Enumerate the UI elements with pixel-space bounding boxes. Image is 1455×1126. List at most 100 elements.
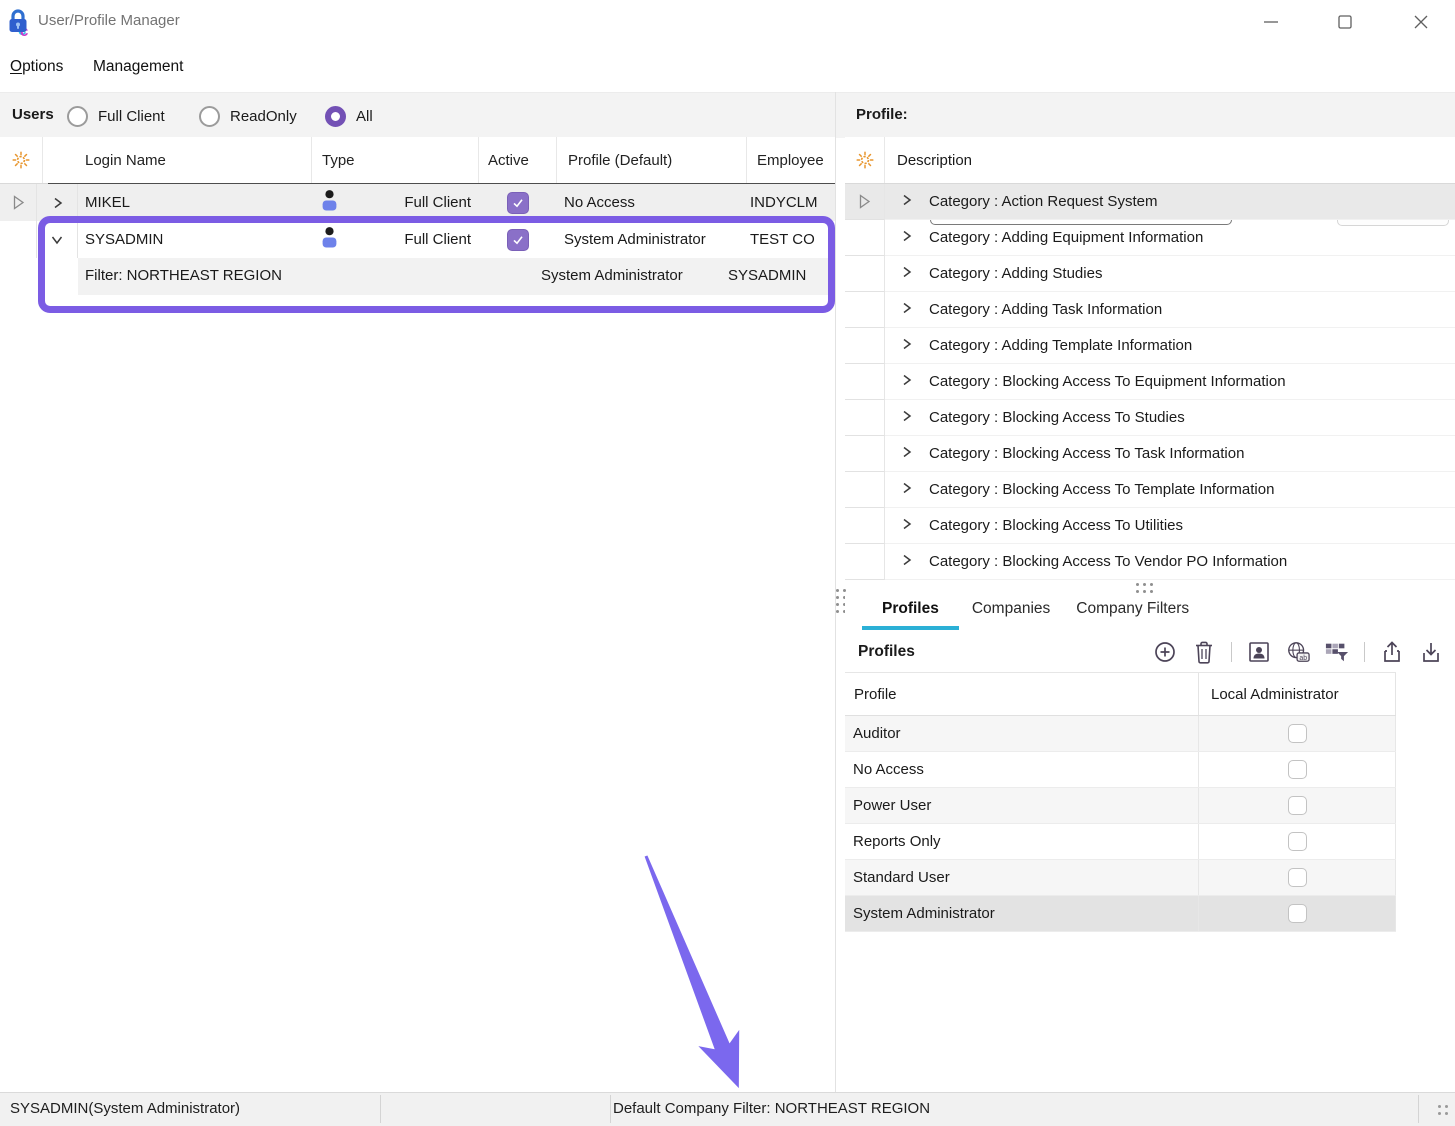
profile-default-cell[interactable]: System Administrator <box>557 221 747 258</box>
expand-chevron-icon[interactable] <box>900 553 913 571</box>
column-header-employee[interactable]: Employee <box>747 137 835 183</box>
column-header-type[interactable]: Type <box>312 137 479 183</box>
radio-all-circle[interactable] <box>325 106 346 127</box>
column-header-profile-default[interactable]: Profile (Default) <box>557 137 747 183</box>
toolbar-separator <box>1364 642 1365 662</box>
employee-cell[interactable]: INDYCLM <box>747 184 835 221</box>
contact-card-icon[interactable] <box>1247 640 1271 664</box>
login-name-cell[interactable]: SYSADMIN <box>78 221 311 258</box>
column-chooser-sun-icon[interactable] <box>845 137 885 183</box>
tab-company-filters[interactable]: Company Filters <box>1063 594 1202 626</box>
horizontal-splitter-grip[interactable] <box>1136 583 1153 593</box>
status-divider <box>1418 1095 1419 1123</box>
category-row[interactable]: Category : Blocking Access To Vendor PO … <box>845 544 1455 580</box>
column-header-profile[interactable]: Profile <box>845 673 1199 715</box>
radio-readonly-circle[interactable] <box>199 106 220 127</box>
tab-profiles[interactable]: Profiles <box>862 594 959 630</box>
category-row[interactable]: Category : Action Request System <box>845 184 1455 220</box>
category-row[interactable]: Category : Blocking Access To Template I… <box>845 472 1455 508</box>
active-checkbox-checked[interactable] <box>507 229 529 251</box>
profile-row[interactable]: Auditor <box>845 716 1396 752</box>
employee-cell[interactable]: TEST CO <box>747 221 835 258</box>
expand-chevron-icon[interactable] <box>900 301 913 319</box>
profile-row[interactable]: Power User <box>845 788 1396 824</box>
profiles-panel-header: Profiles <box>845 632 1455 672</box>
category-row[interactable]: Category : Adding Studies <box>845 256 1455 292</box>
expand-chevron-icon[interactable] <box>900 337 913 355</box>
profile-row[interactable]: Reports Only <box>845 824 1396 860</box>
user-detail-row[interactable]: Filter: NORTHEAST REGION System Administ… <box>78 258 835 295</box>
category-row[interactable]: Category : Adding Task Information <box>845 292 1455 328</box>
expand-chevron-icon[interactable] <box>900 517 913 535</box>
detail-profile-cell: System Administrator <box>541 267 683 284</box>
expand-chevron-icon[interactable] <box>37 184 78 221</box>
status-default-company-filter: Default Company Filter: NORTHEAST REGION <box>613 1100 930 1117</box>
local-admin-checkbox[interactable] <box>1288 904 1307 923</box>
toolbar-separator <box>1231 642 1232 662</box>
column-header-local-administrator[interactable]: Local Administrator <box>1199 673 1396 715</box>
category-label: Category : Blocking Access To Template I… <box>929 481 1274 498</box>
local-admin-checkbox[interactable] <box>1288 868 1307 887</box>
row-indicator-icon <box>845 184 885 220</box>
column-chooser-sun-icon[interactable] <box>0 137 43 183</box>
local-admin-checkbox[interactable] <box>1288 796 1307 815</box>
export-icon[interactable] <box>1380 640 1404 664</box>
translate-icon[interactable]: ab <box>1286 640 1310 664</box>
category-row[interactable]: Category : Adding Template Information <box>845 328 1455 364</box>
radio-full-client[interactable]: Full Client <box>67 93 165 139</box>
title-bar: c c User/Profile Manager <box>0 0 1455 45</box>
category-row[interactable]: Category : Adding Equipment Information <box>845 220 1455 256</box>
expand-chevron-icon[interactable] <box>900 193 913 211</box>
user-row-sysadmin[interactable]: SYSADMIN Full Client System Administrato… <box>0 221 835 258</box>
maximize-button[interactable] <box>1323 2 1367 42</box>
category-label: Category : Blocking Access To Studies <box>929 409 1185 426</box>
active-checkbox-checked[interactable] <box>507 192 529 214</box>
profile-name-cell: Power User <box>845 788 1199 823</box>
column-header-login-name[interactable]: Login Name <box>43 137 312 183</box>
category-grid-header: Description <box>845 137 1455 184</box>
minimize-button[interactable] <box>1249 2 1293 42</box>
close-button[interactable] <box>1399 2 1443 42</box>
category-row[interactable]: Category : Blocking Access To Equipment … <box>845 364 1455 400</box>
user-grid-header: Login Name Type Active Profile (Default)… <box>0 137 835 184</box>
login-name-cell[interactable]: MIKEL <box>78 184 311 221</box>
import-icon[interactable] <box>1419 640 1443 664</box>
profile-row[interactable]: Standard User <box>845 860 1396 896</box>
local-admin-checkbox[interactable] <box>1288 760 1307 779</box>
expand-chevron-icon[interactable] <box>900 409 913 427</box>
category-label: Category : Blocking Access To Utilities <box>929 517 1183 534</box>
radio-readonly[interactable]: ReadOnly <box>199 93 297 139</box>
person-icon <box>320 226 339 253</box>
company-filter-cell: Filter: NORTHEAST REGION <box>85 267 282 284</box>
profile-default-cell[interactable]: No Access <box>557 184 747 221</box>
user-row-mikel[interactable]: MIKEL Full Client No Access INDYCLM <box>0 184 835 221</box>
menu-options[interactable]: Options <box>10 58 63 76</box>
row-gutter <box>845 292 885 328</box>
radio-all[interactable]: All <box>325 93 373 139</box>
grid-filter-icon[interactable] <box>1325 640 1349 664</box>
local-admin-checkbox[interactable] <box>1288 832 1307 851</box>
expand-chevron-icon[interactable] <box>900 445 913 463</box>
expand-chevron-icon[interactable] <box>900 265 913 283</box>
column-header-active[interactable]: Active <box>479 137 557 183</box>
profile-row[interactable]: No Access <box>845 752 1396 788</box>
category-row[interactable]: Category : Blocking Access To Studies <box>845 400 1455 436</box>
expand-chevron-icon[interactable] <box>900 373 913 391</box>
profile-row-selected[interactable]: System Administrator <box>845 896 1396 932</box>
category-row[interactable]: Category : Blocking Access To Utilities <box>845 508 1455 544</box>
local-admin-checkbox[interactable] <box>1288 724 1307 743</box>
menu-options-accel: O <box>10 58 22 75</box>
resize-grip[interactable] <box>1438 1105 1448 1115</box>
radio-full-client-circle[interactable] <box>67 106 88 127</box>
profile-name-cell: Standard User <box>845 860 1199 895</box>
expand-chevron-icon[interactable] <box>900 481 913 499</box>
menu-management[interactable]: Management <box>93 58 183 76</box>
toolbar: Users Full Client ReadOnly All <box>0 92 1455 138</box>
column-header-description[interactable]: Description <box>885 137 1455 183</box>
delete-profile-icon[interactable] <box>1192 640 1216 664</box>
collapse-chevron-icon[interactable] <box>37 221 78 258</box>
category-row[interactable]: Category : Blocking Access To Task Infor… <box>845 436 1455 472</box>
add-profile-icon[interactable] <box>1153 640 1177 664</box>
expand-chevron-icon[interactable] <box>900 229 913 247</box>
tab-companies[interactable]: Companies <box>959 594 1063 626</box>
